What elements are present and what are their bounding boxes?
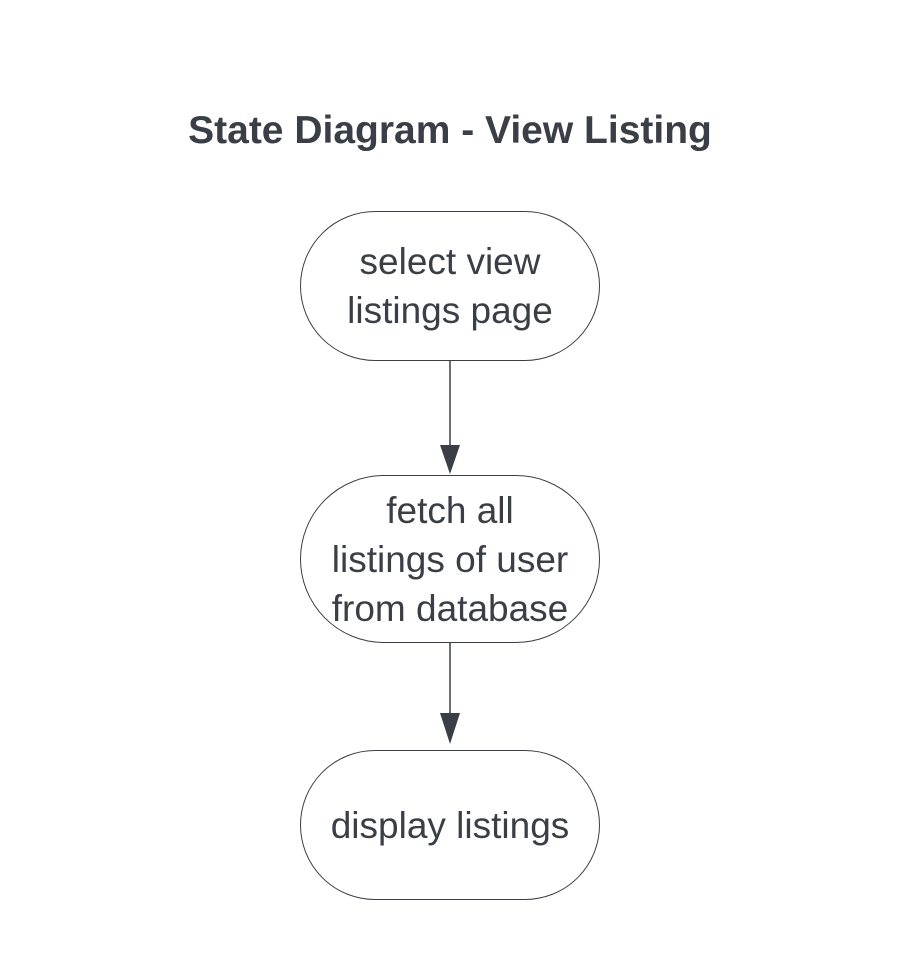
transition-arrow-2 [440, 643, 460, 744]
state-fetch-all-listings: fetch all listings of user from database [300, 475, 600, 643]
state-display-listings: display listings [300, 750, 600, 900]
arrowhead-2 [440, 713, 460, 744]
state-select-view-listings-page: select view listings page [300, 211, 600, 361]
arrowhead-1 [440, 445, 460, 474]
transition-arrow-1 [440, 361, 460, 474]
